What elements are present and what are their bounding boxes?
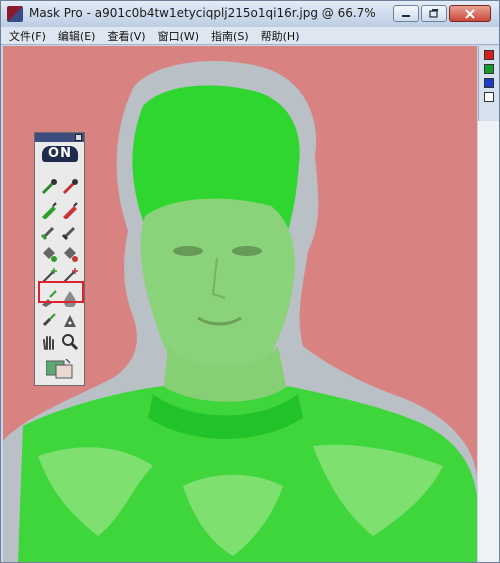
menu-view[interactable]: 查看(V) (107, 28, 145, 44)
menu-bar: 文件(F) 编辑(E) 查看(V) 窗口(W) 指南(S) 帮助(H) (1, 27, 499, 45)
swatch-composite[interactable] (484, 92, 494, 102)
hand-tool[interactable] (40, 333, 60, 353)
magic-brush-icon (40, 226, 55, 241)
foreground-background-colors[interactable] (46, 359, 74, 379)
zoom-tool[interactable] (61, 333, 81, 353)
magic-wand-icon (42, 268, 57, 283)
color-swap-icon (46, 359, 73, 379)
minimize-button[interactable] (393, 5, 419, 22)
toolbox-close-button[interactable] (75, 134, 82, 141)
window-title: Mask Pro - a901c0b4tw1etyciqplj215o1qi16… (29, 6, 376, 20)
keep-eyedropper-icon (41, 179, 57, 195)
magic-fill-icon (43, 247, 57, 262)
onone-logo: ON (42, 146, 78, 162)
drop-eyedropper-tool[interactable] (61, 178, 81, 198)
menu-edit[interactable]: 编辑(E) (58, 28, 96, 44)
drop-icon (64, 291, 76, 307)
magic-pen-icon (42, 290, 57, 307)
brush-icon (61, 226, 76, 241)
image-canvas[interactable]: ON (3, 46, 477, 562)
fill-bucket-icon (64, 247, 78, 262)
wand-tool[interactable] (61, 267, 81, 287)
app-logo-icon (7, 6, 23, 22)
swatch-red[interactable] (484, 50, 494, 60)
brush-tool[interactable] (61, 223, 81, 243)
chisel-icon (42, 313, 56, 327)
magic-brush-tool[interactable] (40, 223, 60, 243)
swatch-blue[interactable] (484, 78, 494, 88)
eye-right (232, 246, 262, 256)
magic-wand-tool[interactable] (40, 267, 60, 287)
toolbox-header[interactable] (35, 133, 84, 142)
maximize-button[interactable] (421, 5, 447, 22)
menu-help[interactable]: 帮助(H) (261, 28, 300, 44)
menu-guide[interactable]: 指南(S) (211, 28, 249, 44)
fill-bucket-tool[interactable] (61, 245, 81, 265)
window-controls (393, 5, 491, 22)
pen-tool[interactable] (61, 311, 81, 331)
app-window: Mask Pro - a901c0b4tw1etyciqplj215o1qi16… (0, 0, 500, 563)
eye-left (173, 246, 203, 256)
pen-icon (64, 315, 76, 327)
magic-pen-tool[interactable] (40, 289, 60, 309)
drop-highlighter-tool[interactable] (61, 201, 81, 221)
chisel-tool[interactable] (40, 311, 60, 331)
wand-icon (63, 268, 78, 283)
magic-fill-tool[interactable] (40, 245, 60, 265)
drop-eyedropper-icon (62, 179, 78, 195)
menu-window[interactable]: 窗口(W) (158, 28, 199, 44)
keep-eyedropper-tool[interactable] (40, 178, 60, 198)
keep-highlighter-tool[interactable] (40, 201, 60, 221)
drop-tool[interactable] (61, 289, 81, 309)
close-icon (465, 8, 475, 19)
drop-highlighter-icon (63, 202, 78, 219)
swatch-green[interactable] (484, 64, 494, 74)
keep-highlighter-icon (42, 202, 57, 219)
zoom-icon (62, 334, 79, 351)
minimize-icon (402, 14, 410, 17)
title-bar[interactable]: Mask Pro - a901c0b4tw1etyciqplj215o1qi16… (1, 1, 499, 27)
close-button[interactable] (449, 5, 491, 22)
toolbox-panel: ON (34, 132, 85, 386)
vertical-scrollbar[interactable] (478, 121, 499, 562)
menu-file[interactable]: 文件(F) (9, 28, 46, 44)
hand-icon (43, 336, 54, 350)
restore-icon (429, 9, 438, 18)
